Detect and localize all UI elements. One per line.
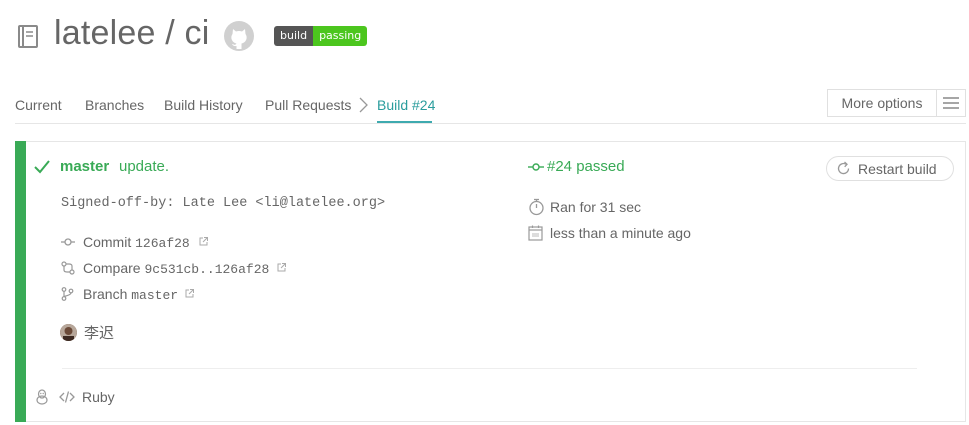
- commit-message: update.: [119, 158, 170, 175]
- branch-icon: [61, 287, 74, 301]
- build-card: [15, 141, 966, 422]
- tab-build[interactable]: Build #24: [377, 97, 435, 113]
- commit-sha: 126af28: [135, 236, 190, 251]
- avatar: [60, 324, 77, 341]
- card-divider: [62, 368, 917, 369]
- badge-label: build: [274, 26, 314, 46]
- hamburger-icon[interactable]: [937, 90, 965, 116]
- commit-label: Commit: [83, 234, 132, 250]
- calendar-icon: [528, 225, 543, 241]
- compare-label: Compare: [83, 260, 141, 276]
- finished-time: less than a minute ago: [550, 225, 691, 241]
- nav-divider: [15, 123, 966, 124]
- commit-icon: [528, 163, 544, 171]
- compare-range: 9c531cb..126af28: [144, 262, 270, 277]
- badge-status: passing: [313, 26, 368, 46]
- tab-build-history[interactable]: Build History: [164, 97, 243, 113]
- external-link-icon[interactable]: [277, 263, 286, 272]
- build-duration: Ran for 31 sec: [550, 199, 642, 215]
- external-link-icon[interactable]: [185, 289, 194, 298]
- external-link-icon[interactable]: [199, 237, 208, 246]
- linux-icon: [36, 389, 48, 405]
- more-options-button[interactable]: More options: [827, 89, 966, 117]
- restart-icon: [837, 161, 850, 175]
- commit-description: Signed-off-by: Late Lee <li@latelee.org>: [61, 196, 386, 211]
- timer-icon: [529, 198, 544, 216]
- commit-icon: [61, 238, 75, 246]
- author-name[interactable]: 李迟: [84, 322, 114, 343]
- restart-build-button[interactable]: Restart build: [826, 156, 954, 181]
- build-number-status[interactable]: #24 passed: [547, 158, 625, 175]
- branch-name[interactable]: master: [60, 158, 109, 175]
- status-bar: [15, 141, 26, 422]
- chevron-right-icon: [359, 97, 368, 113]
- commit-link[interactable]: Commit 126af28: [83, 234, 190, 251]
- github-icon[interactable]: [223, 20, 255, 52]
- restart-build-label: Restart build: [858, 160, 937, 177]
- build-status-badge[interactable]: build passing: [274, 26, 368, 46]
- check-icon: [34, 160, 50, 174]
- repo-icon: [18, 25, 38, 48]
- compare-icon: [61, 261, 75, 275]
- more-options-label: More options: [828, 90, 937, 116]
- compare-link[interactable]: Compare 9c531cb..126af28: [83, 260, 269, 277]
- branch-value: master: [131, 288, 179, 303]
- repo-title[interactable]: latelee / ci: [54, 14, 209, 53]
- language-label: Ruby: [82, 389, 115, 405]
- tab-pull-requests[interactable]: Pull Requests: [265, 97, 351, 113]
- branch-link[interactable]: Branch master: [83, 286, 178, 303]
- tab-current[interactable]: Current: [15, 97, 62, 113]
- code-icon: [59, 391, 75, 403]
- branch-label: Branch: [83, 286, 128, 302]
- tab-branches[interactable]: Branches: [85, 97, 144, 113]
